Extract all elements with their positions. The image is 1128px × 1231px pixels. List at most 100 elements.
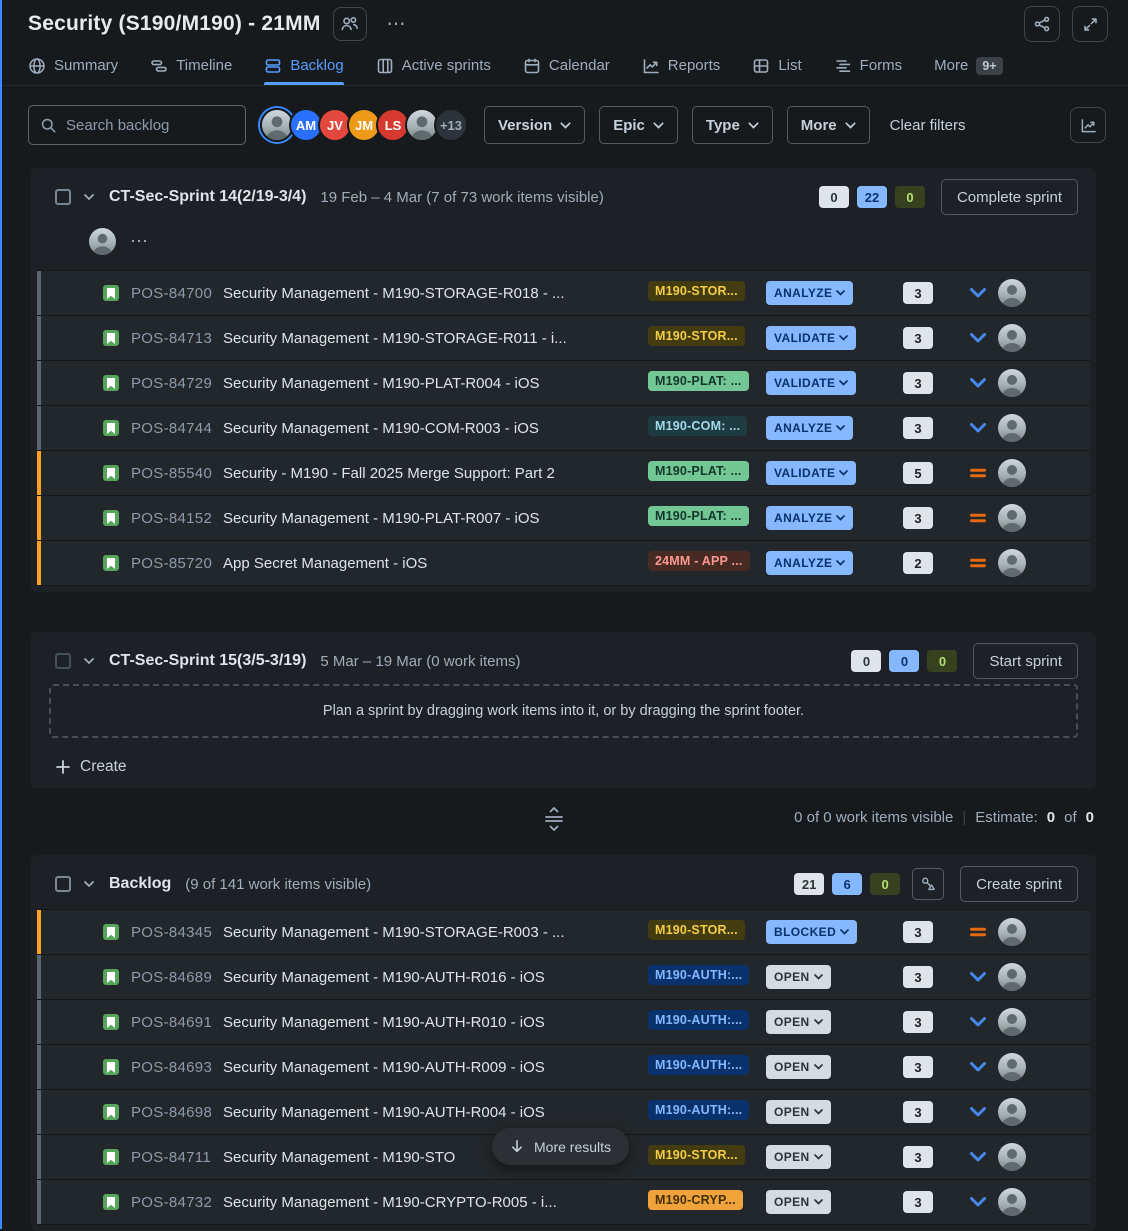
status-lozenge[interactable]: OPEN [766, 1100, 831, 1124]
work-item-row[interactable]: POS-85720 App Secret Management - iOS 24… [37, 541, 1090, 586]
story-points-badge[interactable]: 3 [903, 417, 933, 439]
assignee-avatar[interactable] [998, 918, 1026, 946]
work-item-row[interactable]: POS-84729 Security Management - M190-PLA… [37, 361, 1090, 406]
create-work-item-button[interactable]: Create [55, 758, 127, 776]
row-accent-bar [37, 316, 41, 360]
story-points-badge[interactable]: 3 [903, 966, 933, 988]
status-lozenge[interactable]: BLOCKED [766, 920, 857, 944]
tab-active-sprints[interactable]: Active sprints [376, 46, 491, 85]
status-lozenge[interactable]: ANALYZE [766, 416, 853, 440]
issue-title: Security - M190 - Fall 2025 Merge Suppor… [223, 465, 648, 482]
create-sprint-button[interactable]: Create sprint [960, 866, 1078, 902]
clear-filters-button[interactable]: Clear filters [890, 117, 966, 134]
tab-timeline[interactable]: Timeline [150, 46, 232, 85]
tab-summary[interactable]: Summary [28, 46, 118, 85]
row-accent-bar [37, 1180, 41, 1224]
story-points-badge[interactable]: 3 [903, 1191, 933, 1213]
story-points-badge[interactable]: 3 [903, 1011, 933, 1033]
issue-title: Security Management - M190-AUTH-R016 - i… [223, 969, 648, 986]
epic-filter-button[interactable]: Epic [599, 106, 678, 144]
sprint-select-checkbox[interactable] [55, 189, 71, 205]
resize-handle[interactable] [543, 806, 565, 832]
expand-button[interactable] [1072, 6, 1108, 42]
work-item-row[interactable]: POS-84689 Security Management - M190-AUT… [37, 955, 1090, 1000]
assignee-avatar[interactable] [998, 504, 1026, 532]
assignee-avatar[interactable] [998, 459, 1026, 487]
assignee-avatar[interactable] [998, 1188, 1026, 1216]
work-item-row[interactable]: POS-84345 Security Management - M190-STO… [37, 910, 1090, 955]
work-item-row[interactable]: POS-84691 Security Management - M190-AUT… [37, 1000, 1090, 1045]
sprint-select-checkbox[interactable] [55, 653, 71, 669]
status-lozenge[interactable]: OPEN [766, 1145, 831, 1169]
type-filter-button[interactable]: Type [692, 106, 773, 144]
assignee-filter-avatar[interactable] [89, 228, 116, 255]
team-members-button[interactable] [333, 7, 367, 41]
story-points-badge[interactable]: 2 [903, 552, 933, 574]
assignee-avatar[interactable] [998, 279, 1026, 307]
story-points-badge[interactable]: 3 [903, 1146, 933, 1168]
assignee-avatar[interactable] [998, 549, 1026, 577]
work-item-row[interactable]: POS-84744 Security Management - M190-COM… [37, 406, 1090, 451]
start-sprint-button[interactable]: Start sprint [973, 643, 1078, 679]
work-item-row[interactable]: POS-84152 Security Management - M190-PLA… [37, 496, 1090, 541]
complete-sprint-button[interactable]: Complete sprint [941, 179, 1078, 215]
collapse-chevron-icon[interactable] [81, 876, 97, 892]
story-points-badge[interactable]: 3 [903, 282, 933, 304]
sprint-name[interactable]: CT-Sec-Sprint 14(2/19-3/4) [109, 188, 306, 206]
story-points-badge[interactable]: 3 [903, 507, 933, 529]
assignee-avatar[interactable] [998, 963, 1026, 991]
story-points-badge[interactable]: 3 [903, 1056, 933, 1078]
assignee-avatar[interactable] [998, 414, 1026, 442]
drag-handle-icon [543, 806, 565, 832]
tab-calendar[interactable]: Calendar [523, 46, 610, 85]
auto-schedule-button[interactable] [912, 868, 944, 900]
assignee-avatar[interactable] [998, 1053, 1026, 1081]
chevron-down-icon [839, 335, 848, 341]
status-lozenge[interactable]: ANALYZE [766, 551, 853, 575]
assignee-avatar[interactable] [998, 324, 1026, 352]
assignee-avatar[interactable] [998, 1143, 1026, 1171]
status-lozenge[interactable]: OPEN [766, 1055, 831, 1079]
story-points-badge[interactable]: 3 [903, 921, 933, 943]
backlog-select-checkbox[interactable] [55, 876, 71, 892]
collapse-chevron-icon[interactable] [81, 653, 97, 669]
tab-more[interactable]: More 9+ [934, 46, 1002, 85]
work-item-row[interactable]: POS-84732 Security Management - M190-CRY… [37, 1180, 1090, 1225]
search-field[interactable] [28, 105, 246, 145]
tab-list[interactable]: List [752, 46, 801, 85]
tab-backlog[interactable]: Backlog [264, 46, 343, 85]
status-lozenge[interactable]: OPEN [766, 1190, 831, 1214]
story-points-badge[interactable]: 5 [903, 462, 933, 484]
status-lozenge[interactable]: VALIDATE [766, 371, 856, 395]
assignee-avatar[interactable] [998, 1098, 1026, 1126]
assignees-more-button[interactable]: ⋯ [130, 231, 149, 252]
header-more-button[interactable]: ⋯ [379, 11, 415, 38]
avatar-overflow-count[interactable]: +13 [434, 108, 468, 142]
story-points-badge[interactable]: 3 [903, 1101, 933, 1123]
status-lozenge[interactable]: OPEN [766, 965, 831, 989]
status-lozenge[interactable]: VALIDATE [766, 326, 856, 350]
tab-forms[interactable]: Forms [834, 46, 903, 85]
work-item-row[interactable]: POS-84713 Security Management - M190-STO… [37, 316, 1090, 361]
status-lozenge[interactable]: VALIDATE [766, 461, 856, 485]
tab-reports[interactable]: Reports [642, 46, 721, 85]
status-lozenge[interactable]: OPEN [766, 1010, 831, 1034]
status-lozenge[interactable]: ANALYZE [766, 281, 853, 305]
sprint-name[interactable]: CT-Sec-Sprint 15(3/5-3/19) [109, 652, 306, 670]
assignee-avatar[interactable] [998, 369, 1026, 397]
story-points-badge[interactable]: 3 [903, 372, 933, 394]
work-item-row[interactable]: POS-85540 Security - M190 - Fall 2025 Me… [37, 451, 1090, 496]
backlog-title[interactable]: Backlog [109, 875, 171, 893]
assignee-avatar[interactable] [998, 1008, 1026, 1036]
more-results-button[interactable]: More results [492, 1128, 629, 1165]
story-points-badge[interactable]: 3 [903, 327, 933, 349]
work-item-row[interactable]: POS-84693 Security Management - M190-AUT… [37, 1045, 1090, 1090]
insights-button[interactable] [1070, 107, 1106, 143]
share-button[interactable] [1024, 6, 1060, 42]
status-lozenge[interactable]: ANALYZE [766, 506, 853, 530]
collapse-chevron-icon[interactable] [81, 189, 97, 205]
work-item-row[interactable]: POS-84700 Security Management - M190-STO… [37, 271, 1090, 316]
more-filters-button[interactable]: More [787, 106, 870, 144]
version-filter-button[interactable]: Version [484, 106, 585, 144]
search-input[interactable] [66, 117, 234, 134]
